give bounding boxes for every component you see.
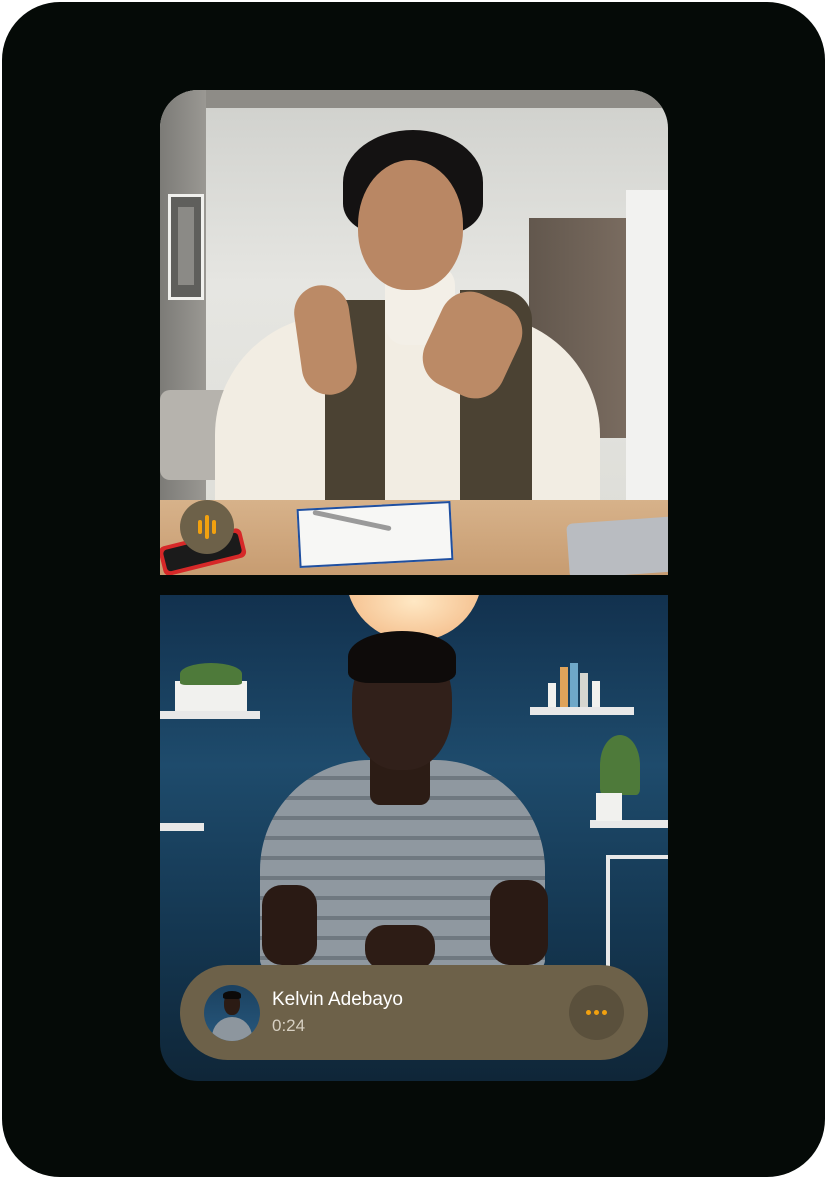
avatar[interactable] xyxy=(204,985,260,1041)
audio-waveform-icon[interactable] xyxy=(180,500,234,554)
video-feed-woman xyxy=(160,90,668,575)
wall-picture xyxy=(168,194,204,300)
caller-info-bar: Kelvin Adebayo 0:24 xyxy=(180,965,648,1060)
caller-name: Kelvin Adebayo xyxy=(272,989,403,1010)
more-horizontal-icon[interactable] xyxy=(569,985,624,1040)
call-duration: 0:24 xyxy=(272,1016,306,1035)
remote-video-tile xyxy=(160,90,668,575)
